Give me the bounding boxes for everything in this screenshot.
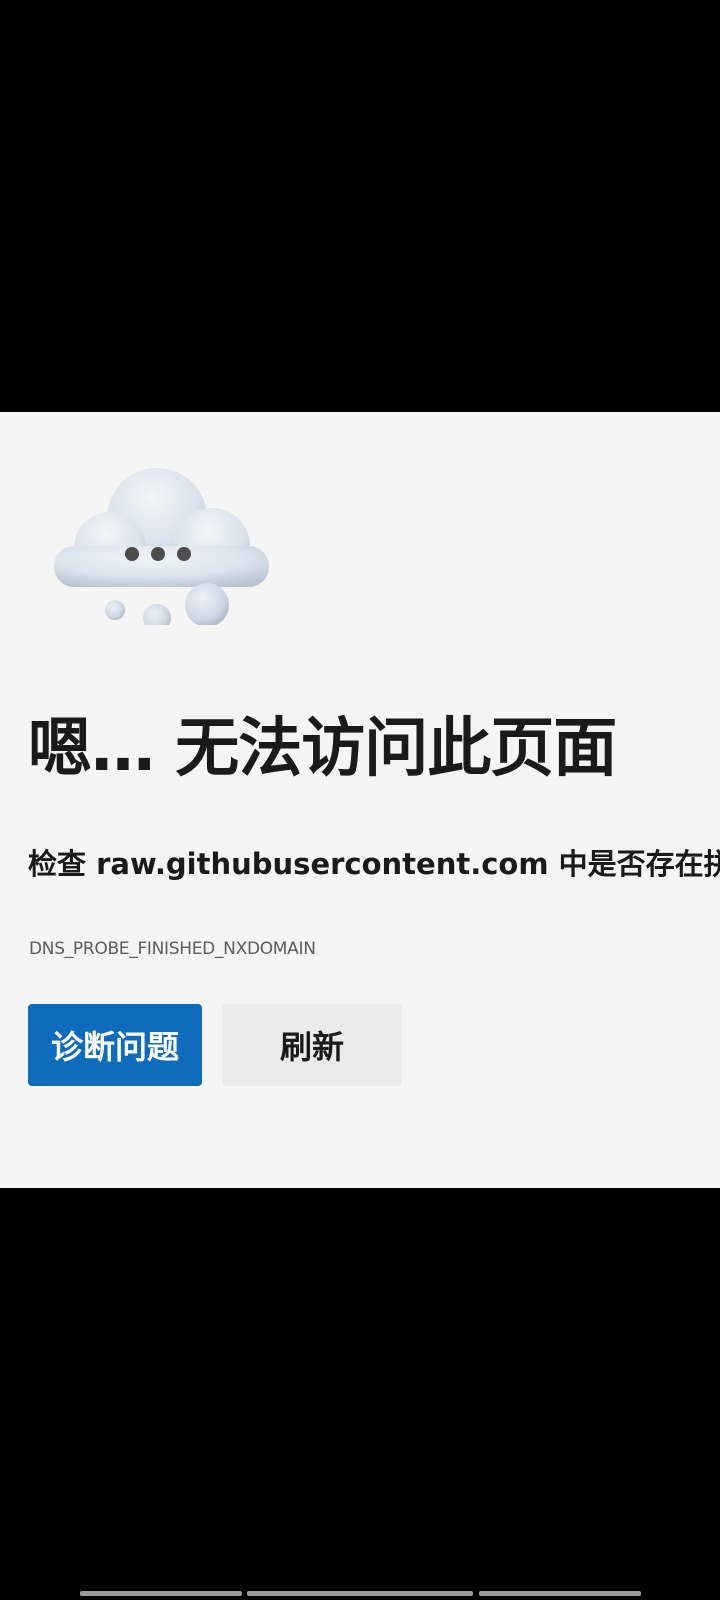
error-description: 检查 raw.githubusercontent.com 中是否存在拼 bbox=[28, 847, 720, 881]
screen: 嗯… 无法访问此页面 检查 raw.githubusercontent.com … bbox=[0, 0, 720, 1600]
error-page: 嗯… 无法访问此页面 检查 raw.githubusercontent.com … bbox=[0, 412, 720, 1188]
refresh-button[interactable]: 刷新 bbox=[222, 1004, 402, 1086]
error-code: DNS_PROBE_FINISHED_NXDOMAIN bbox=[29, 939, 316, 959]
diagnose-button[interactable]: 诊断问题 bbox=[28, 1004, 202, 1086]
nav-indicator-right bbox=[479, 1591, 641, 1596]
nav-indicator-center bbox=[247, 1591, 473, 1596]
cloud-icon bbox=[54, 468, 269, 625]
page-title: 嗯… 无法访问此页面 bbox=[28, 712, 617, 786]
nav-indicator-left bbox=[80, 1591, 242, 1596]
